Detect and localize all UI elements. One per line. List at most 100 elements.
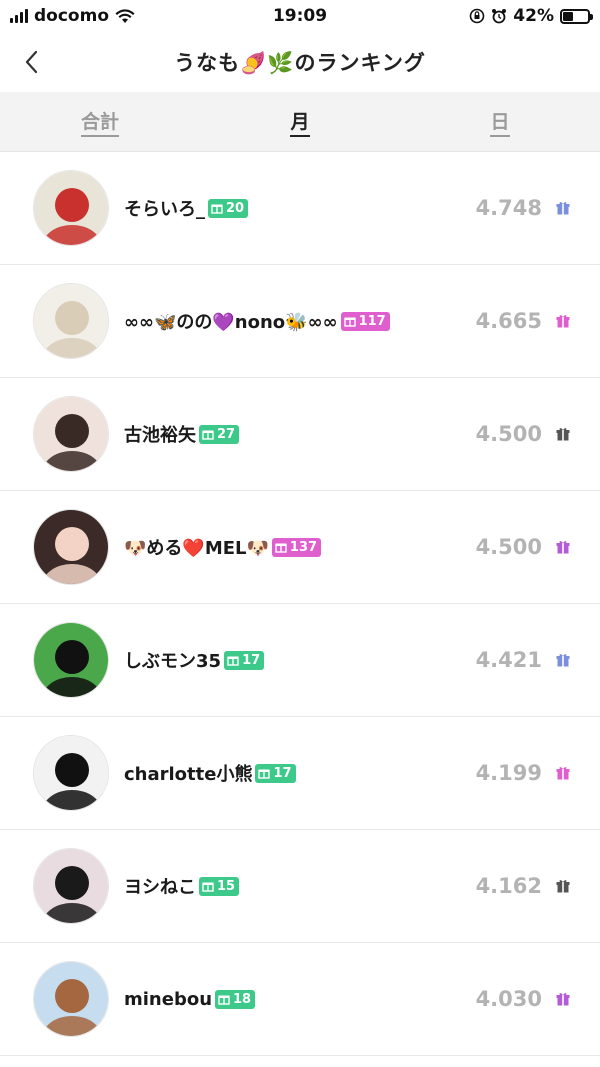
page-title: うなも🍠🌿のランキング bbox=[174, 51, 426, 75]
name-wrap: しぶモン35 17 bbox=[124, 647, 476, 673]
name-wrap: そらいろ_ 20 bbox=[124, 195, 476, 221]
alarm-icon bbox=[492, 9, 507, 24]
gift-icon bbox=[556, 880, 570, 893]
avatar[interactable] bbox=[33, 509, 109, 585]
ranking-list: そらいろ_ 20 4.748 ∞∞🦋のの💜nono🐝∞∞ 117 4.665 古… bbox=[0, 152, 600, 1056]
wifi-icon bbox=[115, 8, 135, 23]
level-badge-value: 15 bbox=[217, 878, 236, 894]
level-badge-value: 20 bbox=[226, 200, 245, 216]
level-badge: 20 bbox=[208, 198, 249, 218]
level-badge-value: 27 bbox=[217, 426, 236, 442]
level-badge-value: 137 bbox=[289, 539, 318, 555]
avatar[interactable] bbox=[33, 170, 109, 246]
avatar-image bbox=[34, 849, 108, 923]
avatar[interactable] bbox=[33, 848, 109, 924]
score-value: 4.030 bbox=[475, 987, 542, 1011]
name-wrap: 古池裕矢 27 bbox=[124, 421, 476, 447]
gift-icon bbox=[556, 202, 570, 215]
battery-icon bbox=[560, 8, 593, 24]
ranking-row[interactable]: minebou 18 4.030 bbox=[0, 943, 600, 1056]
ranking-row[interactable]: charlotte小熊 17 4.199 bbox=[0, 717, 600, 830]
gift-icon bbox=[211, 204, 223, 214]
carrier-label: docomo bbox=[34, 6, 109, 26]
gift-icon bbox=[343, 317, 356, 327]
ranking-row[interactable]: ヨシねこ 15 4.162 bbox=[0, 830, 600, 943]
level-badge: 18 bbox=[215, 989, 256, 1009]
avatar-image bbox=[34, 623, 108, 697]
level-badge-value: 18 bbox=[233, 991, 252, 1007]
user-name[interactable]: 古池裕矢 bbox=[124, 421, 196, 447]
ranking-row[interactable]: 古池裕矢 27 4.500 bbox=[0, 378, 600, 491]
score-value: 4.421 bbox=[475, 648, 542, 672]
level-badge: 17 bbox=[255, 763, 296, 783]
name-wrap: ヨシねこ 15 bbox=[124, 873, 476, 899]
ranking-row[interactable]: そらいろ_ 20 4.748 bbox=[0, 152, 600, 265]
avatar[interactable] bbox=[33, 622, 109, 698]
status-time: 19:09 bbox=[272, 6, 328, 26]
avatar[interactable] bbox=[33, 283, 109, 359]
status-left: docomo bbox=[10, 6, 135, 26]
user-name[interactable]: ∞∞🦋のの💜nono🐝∞∞ bbox=[124, 308, 338, 334]
avatar-image bbox=[34, 962, 108, 1036]
user-name[interactable]: 🐶める❤️MEL🐶 bbox=[124, 534, 269, 560]
score-value: 4.500 bbox=[475, 422, 542, 446]
level-badge-value: 17 bbox=[273, 765, 292, 781]
level-badge: 17 bbox=[224, 650, 265, 670]
user-name[interactable]: minebou bbox=[124, 989, 212, 1010]
user-name[interactable]: charlotte小熊 bbox=[124, 760, 252, 786]
gift-icon bbox=[218, 995, 230, 1005]
name-wrap: minebou 18 bbox=[124, 989, 476, 1010]
level-badge-value: 117 bbox=[358, 313, 386, 329]
tab-day[interactable]: 日 bbox=[400, 92, 600, 151]
avatar-image bbox=[34, 397, 108, 471]
gift-icon bbox=[556, 993, 570, 1006]
status-right: 42% bbox=[469, 6, 593, 26]
level-badge: 137 bbox=[271, 537, 322, 557]
nav-bar: うなも🍠🌿のランキング bbox=[0, 32, 600, 92]
level-badge: 27 bbox=[199, 424, 240, 444]
user-name[interactable]: ヨシねこ bbox=[124, 873, 196, 899]
score-value: 4.500 bbox=[475, 535, 542, 559]
avatar[interactable] bbox=[33, 961, 109, 1037]
gift-icon bbox=[556, 541, 570, 554]
gift-icon bbox=[556, 315, 570, 328]
gift-icon bbox=[202, 882, 214, 892]
gift-icon bbox=[556, 767, 570, 780]
tab-total[interactable]: 合計 bbox=[0, 92, 200, 151]
ranking-row[interactable]: ∞∞🦋のの💜nono🐝∞∞ 117 4.665 bbox=[0, 265, 600, 378]
chevron-left-icon bbox=[25, 50, 38, 74]
gift-icon bbox=[275, 543, 287, 553]
avatar-image bbox=[34, 284, 108, 358]
signal-icon bbox=[10, 9, 28, 23]
orientation-lock-icon bbox=[469, 8, 485, 24]
tab-month[interactable]: 月 bbox=[200, 92, 400, 151]
name-wrap: charlotte小熊 17 bbox=[124, 760, 476, 786]
level-badge-value: 17 bbox=[242, 652, 261, 668]
score-value: 4.665 bbox=[475, 309, 542, 333]
avatar-image bbox=[34, 171, 108, 245]
avatar[interactable] bbox=[33, 396, 109, 472]
period-tabs: 合計 月 日 bbox=[0, 92, 600, 152]
tab-day-label: 日 bbox=[490, 107, 510, 137]
avatar-image bbox=[34, 736, 108, 810]
ranking-row[interactable]: しぶモン35 17 4.421 bbox=[0, 604, 600, 717]
level-badge: 117 bbox=[340, 311, 390, 331]
score-value: 4.748 bbox=[475, 196, 542, 220]
gift-icon bbox=[556, 428, 570, 441]
user-name[interactable]: そらいろ_ bbox=[124, 195, 205, 221]
tab-total-label: 合計 bbox=[80, 107, 119, 137]
name-wrap: 🐶める❤️MEL🐶 137 bbox=[124, 534, 476, 560]
ranking-row[interactable]: 🐶める❤️MEL🐶 137 4.500 bbox=[0, 491, 600, 604]
avatar-image bbox=[34, 510, 108, 584]
gift-icon bbox=[556, 654, 570, 667]
tab-month-label: 月 bbox=[290, 107, 310, 137]
user-name[interactable]: しぶモン35 bbox=[124, 647, 221, 673]
avatar[interactable] bbox=[33, 735, 109, 811]
gift-icon bbox=[227, 656, 239, 666]
name-wrap: ∞∞🦋のの💜nono🐝∞∞ 117 bbox=[124, 308, 476, 334]
level-badge: 15 bbox=[199, 876, 240, 896]
back-button[interactable] bbox=[22, 44, 62, 80]
status-bar: docomo 19:09 42% bbox=[0, 0, 600, 32]
score-value: 4.162 bbox=[475, 874, 542, 898]
gift-icon bbox=[258, 769, 271, 779]
